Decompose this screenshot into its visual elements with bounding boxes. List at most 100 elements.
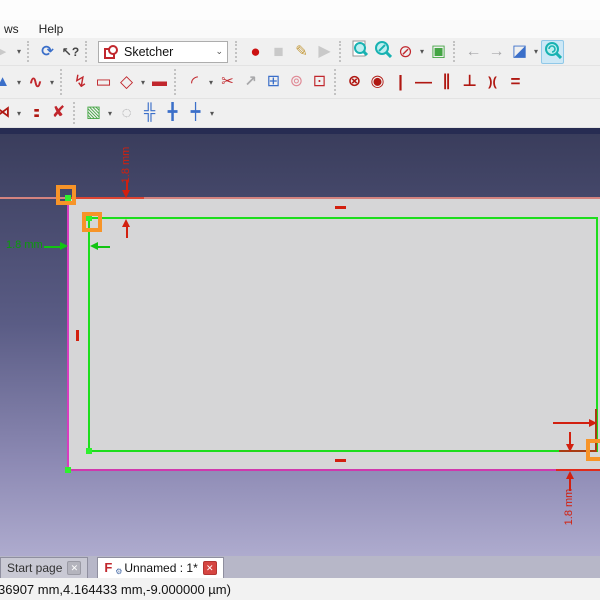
constrain-vertical-icon[interactable]: | <box>389 70 412 94</box>
chevron-down-icon[interactable]: ▾ <box>47 78 57 87</box>
toolbar-grip[interactable] <box>27 41 33 62</box>
refresh-icon[interactable]: ⟳ <box>36 40 59 64</box>
chevron-down-icon[interactable]: ▾ <box>14 78 24 87</box>
constrain-equal-icon[interactable]: = <box>504 70 527 94</box>
extend-tool-icon[interactable]: ↗ <box>239 70 262 94</box>
isometric-view-icon[interactable]: ◪ <box>508 40 531 64</box>
dimension-line <box>126 227 128 238</box>
arrow-right-icon <box>60 242 68 250</box>
macro-stop-icon[interactable]: ■ <box>267 40 290 64</box>
toolbar-sketcher-tools: ⋈ ▾ ∶∶ ✘ ▧ ▾ ◌ ╬ ╋ ┿ ▾ <box>0 99 600 128</box>
toolbar-grip[interactable] <box>85 41 91 62</box>
tab-unnamed-document[interactable]: F⚙ Unnamed : 1* ✕ <box>97 557 223 578</box>
dimension-label-bottom-right[interactable]: 1.8 mm <box>563 484 577 530</box>
selection-handle-sketch-bottom-right[interactable] <box>586 439 600 461</box>
horizontal-constraint-marker-bottom[interactable] <box>335 459 346 462</box>
workbench-selector[interactable]: Sketcher ⌄ <box>98 41 228 63</box>
tab-start-page[interactable]: Start page ✕ <box>0 557 88 578</box>
vertex-outer-bottom-left[interactable] <box>65 467 71 473</box>
close-icon[interactable]: ✕ <box>203 561 217 575</box>
chevron-down-icon[interactable]: ▾ <box>207 109 217 118</box>
dimension-label-left[interactable]: 1.8 mm <box>6 239 43 251</box>
sketcher-workbench-icon <box>103 44 119 60</box>
outer-left-edge[interactable] <box>67 197 69 471</box>
arrow-up-icon <box>122 219 130 227</box>
dimension-extension-top <box>70 197 144 199</box>
bspline-degree-icon[interactable]: ╬ <box>138 101 161 125</box>
macro-play-icon[interactable]: ▶ <box>313 40 336 64</box>
toolbar-grip[interactable] <box>334 69 340 95</box>
nav-back-icon[interactable]: ← <box>462 40 485 64</box>
vertex-sketch-bottom-left[interactable] <box>86 448 92 454</box>
dimension-extension-bottom <box>556 469 600 471</box>
bspline-icon[interactable]: ∿ <box>24 70 47 94</box>
chevron-down-icon[interactable]: ▾ <box>105 109 115 118</box>
constrain-tangent-icon[interactable]: )( <box>481 70 504 94</box>
polyline-icon[interactable]: ↯ <box>69 70 92 94</box>
slot-tool-icon[interactable]: ▬ <box>148 70 171 94</box>
select-elements-icon[interactable]: ▧ <box>82 101 105 125</box>
arrow-left-icon <box>90 242 98 250</box>
dimension-line <box>553 422 589 424</box>
title-bar <box>0 0 600 20</box>
whats-this-icon[interactable]: ↖? <box>59 40 82 64</box>
chevron-down-icon[interactable]: ▾ <box>531 47 541 56</box>
chevron-down-icon[interactable]: ▾ <box>14 47 24 56</box>
dimension-line <box>569 432 571 444</box>
outer-bottom-edge[interactable] <box>67 469 600 471</box>
polygon-tool-icon[interactable]: ◇ <box>115 70 138 94</box>
chevron-down-icon[interactable]: ▾ <box>138 78 148 87</box>
constrain-perpendicular-icon[interactable]: ⊥ <box>458 70 481 94</box>
constrain-parallel-icon[interactable]: ∥ <box>435 70 458 94</box>
chevron-down-icon[interactable]: ▾ <box>417 47 427 56</box>
rectangle-tool-icon[interactable]: ▭ <box>92 70 115 94</box>
constrain-point-on-object-icon[interactable]: ◉ <box>366 70 389 94</box>
selection-handle-sketch-top-left[interactable] <box>82 212 102 232</box>
fillet-tool-icon[interactable]: ◜ <box>183 70 206 94</box>
constrain-coincident-icon[interactable]: ⊗ <box>343 70 366 94</box>
chevron-down-icon[interactable]: ▾ <box>14 109 24 118</box>
vertical-constraint-marker[interactable] <box>76 330 79 341</box>
3d-viewport[interactable]: 1.8 mm 1.8 mm 1.8 mm <box>0 134 600 556</box>
cone-primitive-icon[interactable]: ▲ <box>0 70 14 94</box>
fit-all-icon[interactable] <box>348 40 371 64</box>
carbon-copy-icon[interactable]: ⊚ <box>285 70 308 94</box>
macro-record-icon[interactable]: ● <box>244 40 267 64</box>
toolbar-grip[interactable] <box>73 102 79 124</box>
fit-selection-icon[interactable] <box>371 40 394 64</box>
sketch-rectangle[interactable] <box>88 217 598 452</box>
arrow-right-icon <box>589 419 597 427</box>
chevron-down-icon[interactable]: ▾ <box>206 78 216 87</box>
constrain-symmetric-icon[interactable]: ⋈ <box>0 101 14 125</box>
close-icon[interactable]: ✕ <box>67 561 81 575</box>
bspline-polygon-icon[interactable]: ╋ <box>161 101 184 125</box>
workbench-selector-value: Sketcher <box>124 45 173 59</box>
toolbar-grip[interactable] <box>60 69 66 95</box>
zoom-tool-icon-active[interactable] <box>541 40 564 64</box>
menu-item-windows-clipped[interactable]: ws <box>2 22 21 36</box>
draw-style-icon[interactable]: ⊘ <box>394 40 417 64</box>
toolbar-grip[interactable] <box>235 41 241 62</box>
dimension-line <box>44 246 60 248</box>
delete-constraints-icon[interactable]: ✘ <box>47 101 70 125</box>
bspline-comb-icon[interactable]: ┿ <box>184 101 207 125</box>
macro-edit-icon[interactable]: ✎ <box>290 40 313 64</box>
box-selection-icon[interactable]: ▣ <box>427 40 450 64</box>
constrain-distance-icon[interactable]: ∶∶ <box>24 101 47 125</box>
construction-mode-icon[interactable]: ⊡ <box>308 70 331 94</box>
internal-geometry-icon[interactable]: ◌ <box>115 101 138 125</box>
trim-tool-icon[interactable]: ✂ <box>216 70 239 94</box>
toolbar-grip[interactable] <box>174 69 180 95</box>
tab-label: Start page <box>7 561 62 575</box>
selection-handle-outer-top-left[interactable] <box>56 185 76 205</box>
menu-item-help[interactable]: Help <box>37 22 66 36</box>
constrain-horizontal-icon[interactable]: — <box>412 70 435 94</box>
external-geometry-icon[interactable]: ⊞ <box>262 70 285 94</box>
toolbar-grip[interactable] <box>339 41 345 62</box>
horizontal-constraint-marker-top[interactable] <box>335 206 346 209</box>
toolbar-grip[interactable] <box>453 41 459 62</box>
freecad-document-icon: F⚙ <box>104 561 119 576</box>
document-tab-bar: Start page ✕ F⚙ Unnamed : 1* ✕ <box>0 556 600 578</box>
nav-prev-icon[interactable]: ▸ <box>0 40 14 64</box>
nav-forward-icon[interactable]: → <box>485 40 508 64</box>
